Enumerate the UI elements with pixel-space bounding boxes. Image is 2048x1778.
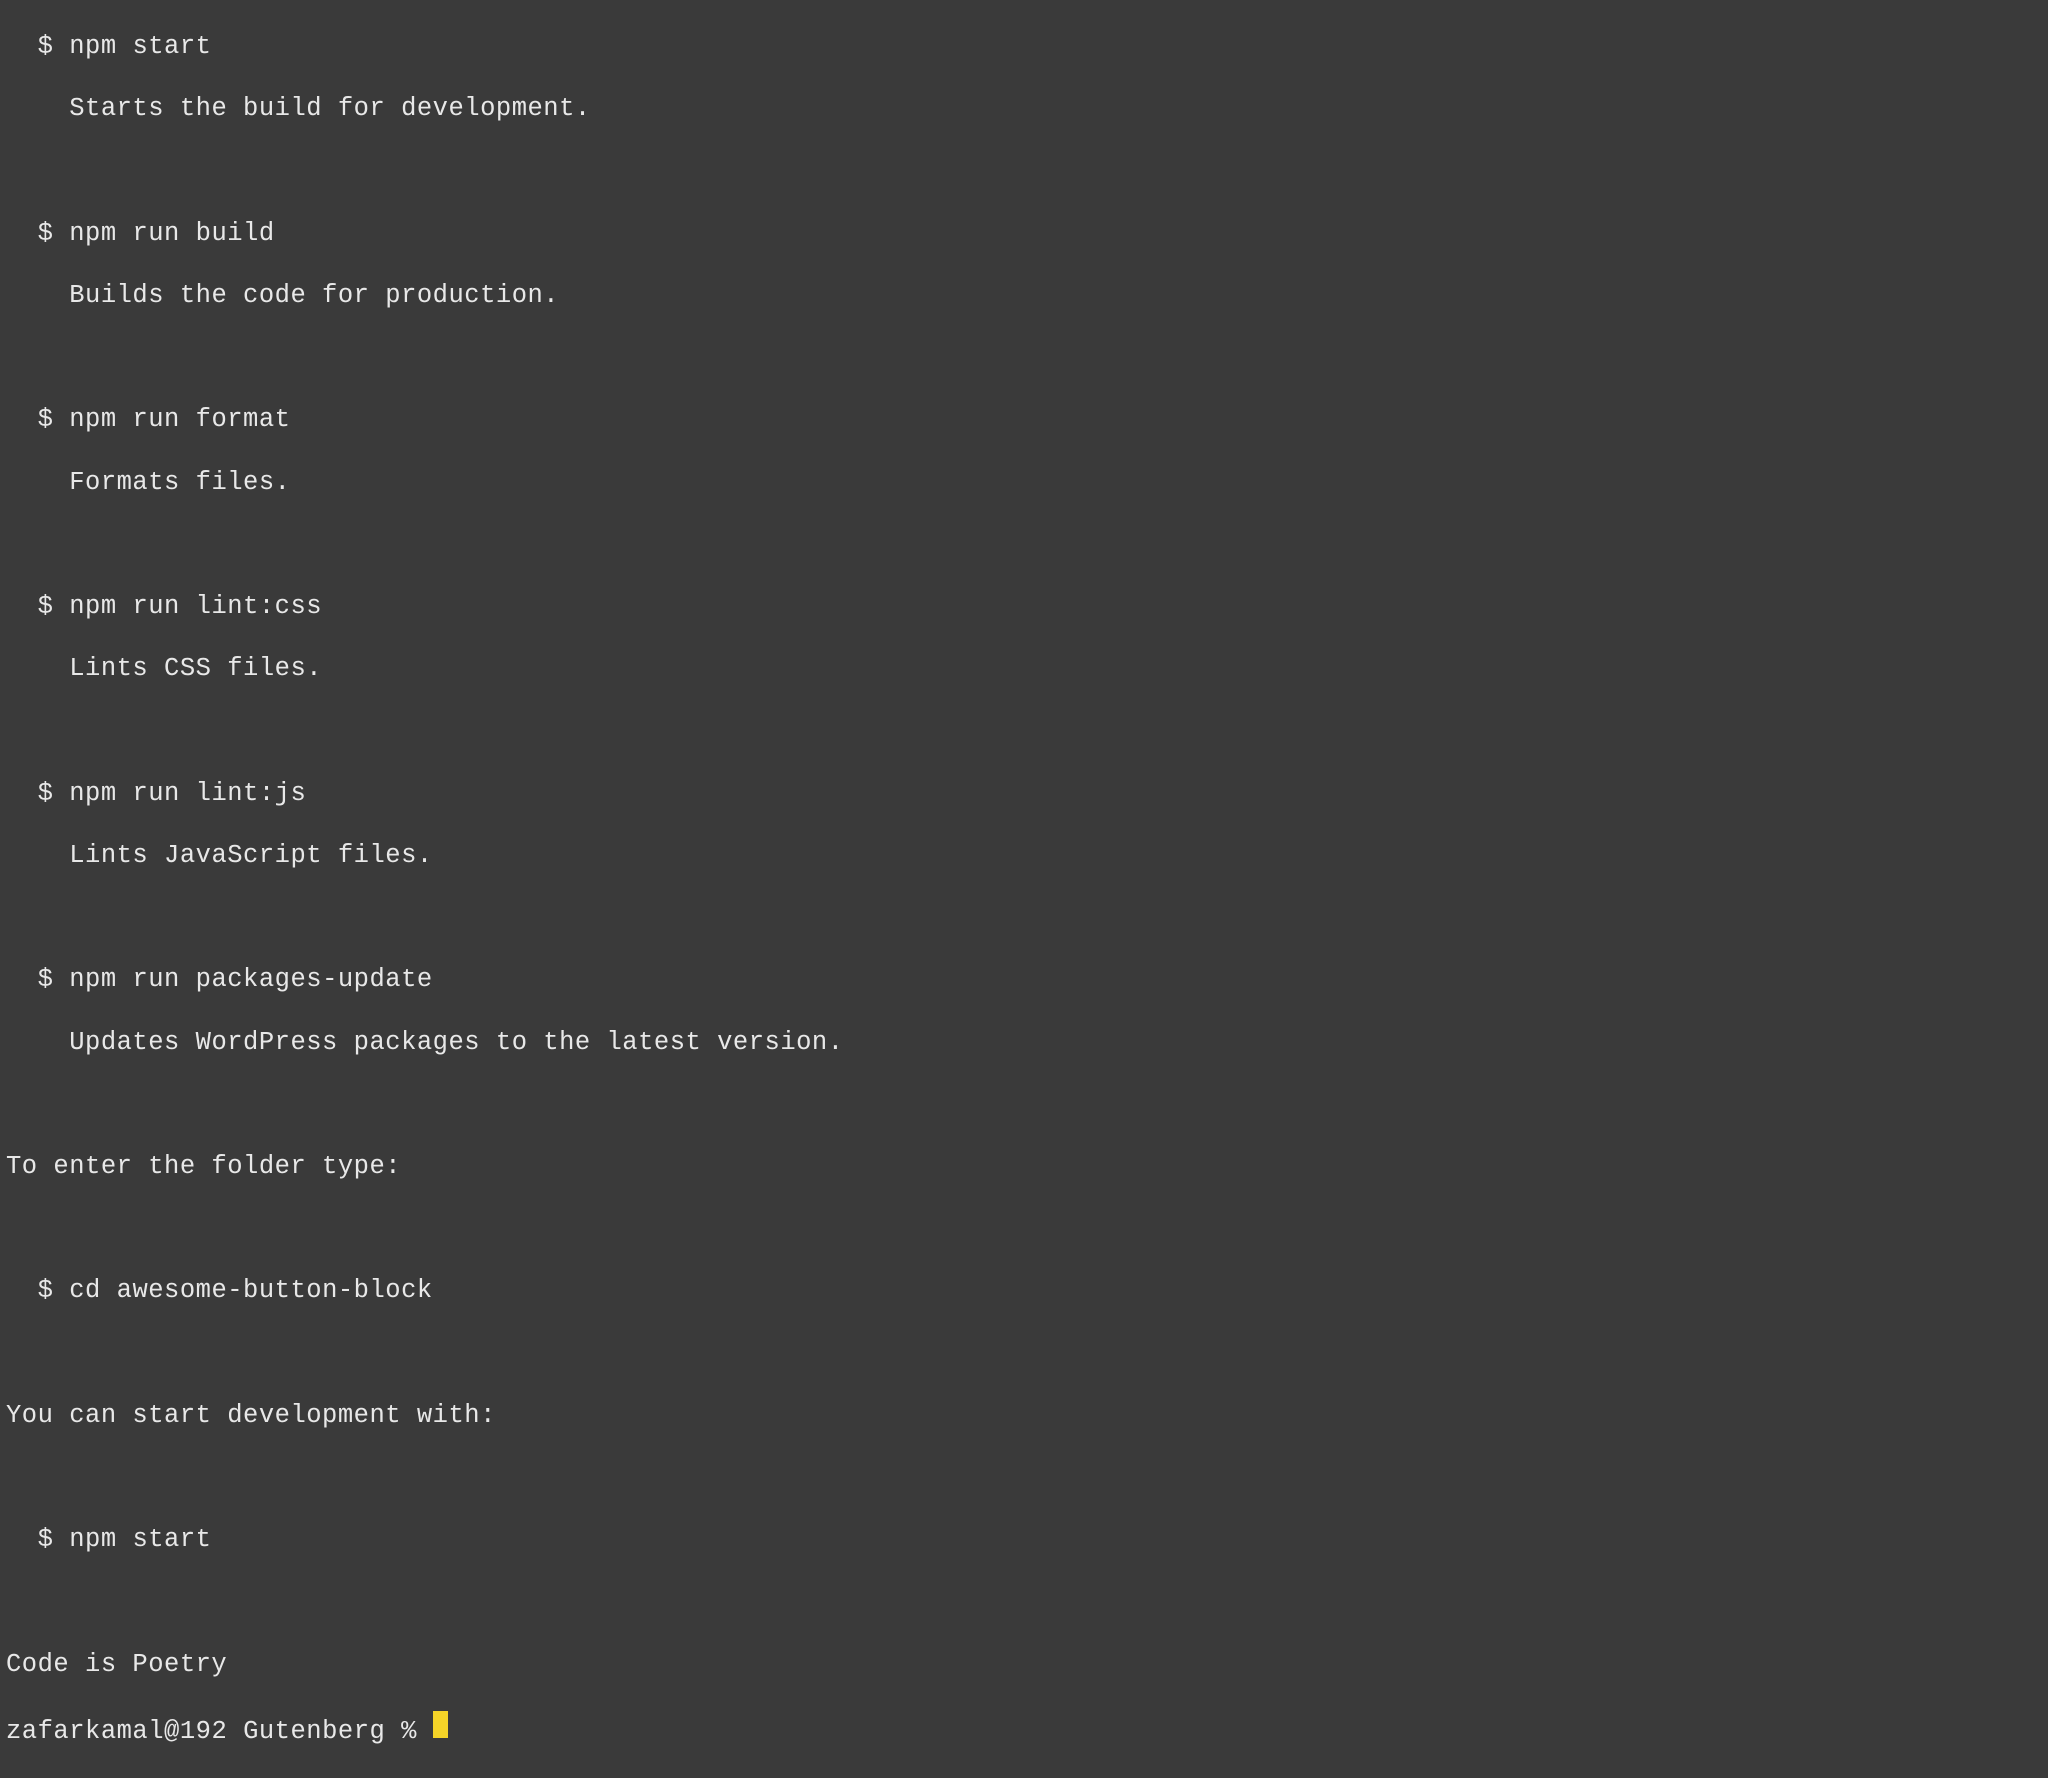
dollar-sign: $ [38,405,54,434]
folder-command: cd awesome-button-block [69,1276,432,1305]
start-command-line: $ npm start [6,1524,2042,1555]
command-text: npm run lint:js [69,779,306,808]
blank-line [6,156,2042,187]
blank-line [6,342,2042,373]
folder-instruction: To enter the folder type: [6,1151,2042,1182]
start-instruction: You can start development with: [6,1400,2042,1431]
blank-line [6,1213,2042,1244]
prompt-dir: Gutenberg [243,1716,385,1747]
command-text: npm start [69,32,211,61]
command-line: $ npm run build [6,218,2042,249]
shell-prompt[interactable]: zafarkamal@192 Gutenberg % [6,1711,2042,1747]
blank-line [6,529,2042,560]
command-desc: Starts the build for development. [6,93,2042,124]
dollar-sign: $ [38,779,54,808]
command-desc: Updates WordPress packages to the latest… [6,1027,2042,1058]
blank-line [6,1338,2042,1369]
dollar-sign: $ [38,965,54,994]
cursor-icon [433,1711,448,1738]
prompt-user: zafarkamal [6,1716,164,1747]
blank-line [6,1462,2042,1493]
command-text: npm run lint:css [69,592,322,621]
folder-command-line: $ cd awesome-button-block [6,1275,2042,1306]
command-desc: Builds the code for production. [6,280,2042,311]
blank-line [6,716,2042,747]
command-desc: Lints JavaScript files. [6,840,2042,871]
command-desc: Lints CSS files. [6,653,2042,684]
command-text: npm run build [69,219,274,248]
dollar-sign: $ [38,1276,54,1305]
command-desc: Formats files. [6,467,2042,498]
dollar-sign: $ [38,219,54,248]
command-line: $ npm run lint:css [6,591,2042,622]
blank-line [6,1089,2042,1120]
blank-line [6,1587,2042,1618]
start-command: npm start [69,1525,211,1554]
blank-line [6,902,2042,933]
command-line: $ npm run lint:js [6,778,2042,809]
terminal-output[interactable]: $ npm start Starts the build for develop… [0,0,2048,1778]
command-line: $ npm run format [6,404,2042,435]
tagline: Code is Poetry [6,1649,2042,1680]
dollar-sign: $ [38,592,54,621]
dollar-sign: $ [38,1525,54,1554]
command-line: $ npm run packages-update [6,964,2042,995]
prompt-host: 192 [180,1716,227,1747]
command-line: $ npm start [6,31,2042,62]
prompt-symbol: % [401,1716,417,1747]
command-text: npm run packages-update [69,965,432,994]
dollar-sign: $ [38,32,54,61]
command-text: npm run format [69,405,290,434]
